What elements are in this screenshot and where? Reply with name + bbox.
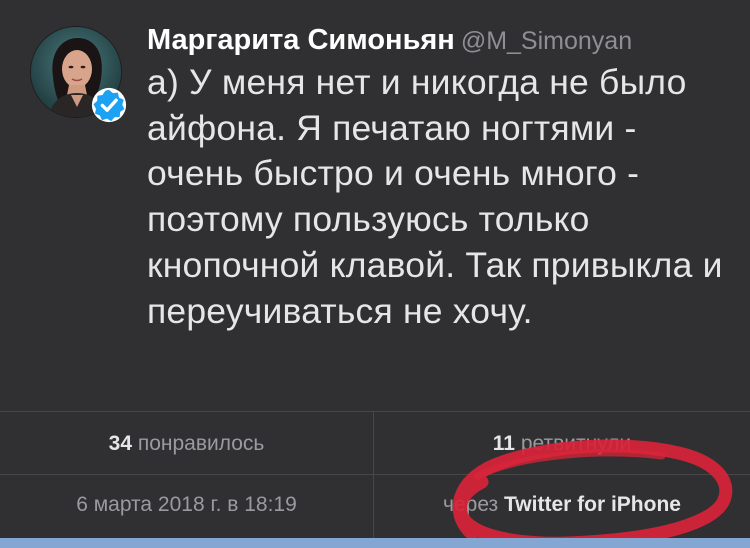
retweets-label: ретвитнули — [520, 432, 632, 455]
tweet-detail: Маргарита Симоньян @M_Simonyan а) У меня … — [0, 0, 750, 548]
verified-badge-icon — [91, 87, 127, 123]
retweets-stat[interactable]: 11 ретвитнули — [374, 424, 750, 464]
bottom-highlight-bar — [0, 538, 750, 548]
likes-label: понравилось — [137, 432, 265, 455]
retweets-count: 11 — [492, 432, 515, 455]
tweet-timestamp: 6 марта 2018 г. в 18:19 — [76, 493, 297, 516]
stats-top-divider — [0, 411, 750, 412]
author-handle[interactable]: @M_Simonyan — [461, 27, 632, 55]
tweet-source: через Twitter for iPhone — [374, 485, 750, 525]
tweet-text: а) У меня нет и никогда не было айфона. … — [147, 62, 723, 331]
source-app-link[interactable]: Twitter for iPhone — [504, 493, 681, 516]
via-label: через — [443, 493, 499, 516]
stats-middle-divider — [0, 474, 750, 475]
likes-count: 34 — [108, 432, 132, 455]
author-display-name[interactable]: Маргарита Симоньян — [147, 24, 455, 56]
tweet-header: Маргарита Симоньян @M_Simonyan — [147, 22, 632, 63]
author-avatar-container[interactable] — [30, 26, 127, 123]
likes-stat[interactable]: 34 понравилось — [0, 424, 373, 464]
